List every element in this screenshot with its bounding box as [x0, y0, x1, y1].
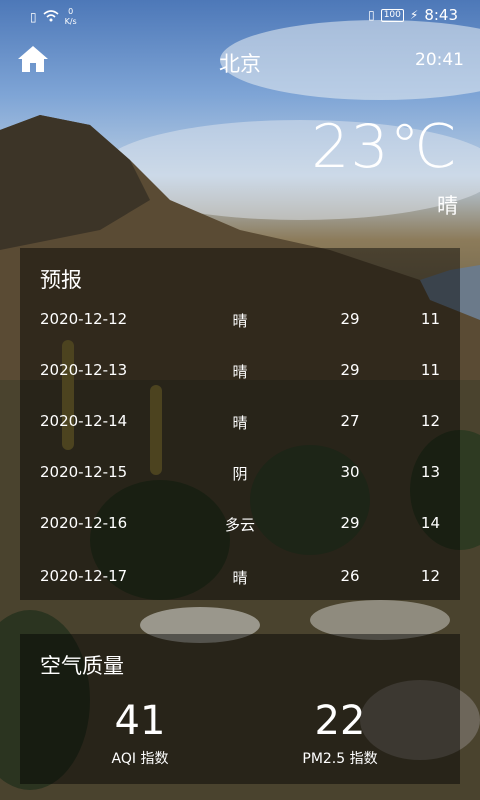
forecast-min-temp: 14 — [420, 514, 440, 532]
forecast-date: 2020-12-15 — [40, 463, 128, 481]
forecast-max-temp: 29 — [340, 514, 360, 532]
forecast-row: 2020-12-14 晴 27 12 — [20, 412, 460, 442]
forecast-condition: 晴 — [232, 363, 248, 381]
forecast-row: 2020-12-12 晴 29 11 — [20, 310, 460, 340]
city-name: 北京 — [219, 52, 261, 76]
forecast-row: 2020-12-16 多云 29 14 — [20, 514, 460, 544]
air-quality-panel: 空气质量 41 AQI 指数 22 PM2.5 指数 — [20, 634, 460, 784]
aqi-value: 41 — [114, 698, 166, 744]
forecast-min-temp: 13 — [420, 463, 440, 481]
forecast-max-temp: 29 — [340, 361, 360, 379]
forecast-max-temp: 29 — [340, 310, 360, 328]
forecast-condition: 晴 — [232, 569, 248, 587]
network-speed-value: 0 — [68, 7, 74, 16]
battery-indicator: 100 — [380, 8, 404, 22]
forecast-max-temp: 27 — [340, 412, 360, 430]
pm25-metric: 22 PM2.5 指数 — [240, 698, 440, 768]
forecast-date: 2020-12-17 — [40, 567, 128, 585]
forecast-max-temp: 26 — [340, 567, 360, 585]
pm25-label: PM2.5 指数 — [302, 751, 378, 767]
forecast-condition: 晴 — [232, 312, 248, 330]
forecast-date: 2020-12-16 — [40, 514, 128, 532]
forecast-max-temp: 30 — [340, 463, 360, 481]
charging-icon: ⚡ — [409, 8, 419, 22]
forecast-condition: 晴 — [232, 414, 248, 432]
forecast-title: 预报 — [40, 268, 82, 292]
forecast-row: 2020-12-15 阴 30 13 — [20, 463, 460, 493]
forecast-row: 2020-12-13 晴 29 11 — [20, 361, 460, 391]
forecast-date: 2020-12-12 — [40, 310, 128, 328]
aqi-metric: 41 AQI 指数 — [40, 698, 240, 768]
vibrate-icon: ▯ — [368, 8, 375, 22]
network-speed-unit: K/s — [64, 17, 77, 26]
wifi-icon — [43, 9, 59, 25]
air-quality-title: 空气质量 — [40, 654, 124, 678]
forecast-condition: 阴 — [232, 465, 248, 483]
status-time: 8:43 — [424, 6, 458, 24]
sim-icon: ▯ — [30, 10, 37, 24]
forecast-row: 2020-12-17 晴 26 12 — [20, 567, 460, 597]
forecast-condition: 多云 — [224, 516, 255, 534]
forecast-min-temp: 11 — [420, 310, 440, 328]
forecast-min-temp: 11 — [420, 361, 440, 379]
aqi-label: AQI 指数 — [111, 751, 169, 767]
update-time: 20:41 — [415, 50, 464, 70]
app-header: 北京 20:41 — [0, 40, 480, 80]
current-temperature: 23℃ — [311, 112, 458, 182]
forecast-min-temp: 12 — [420, 567, 440, 585]
forecast-panel: 预报 2020-12-12 晴 29 11 2020-12-13 晴 29 11… — [20, 248, 460, 600]
pm25-value: 22 — [314, 698, 366, 744]
forecast-min-temp: 12 — [420, 412, 440, 430]
status-bar: ▯ 0 K/s ▯ 100 ⚡ 8:43 — [0, 0, 480, 32]
forecast-date: 2020-12-14 — [40, 412, 128, 430]
current-condition: 晴 — [437, 194, 458, 218]
forecast-date: 2020-12-13 — [40, 361, 128, 379]
